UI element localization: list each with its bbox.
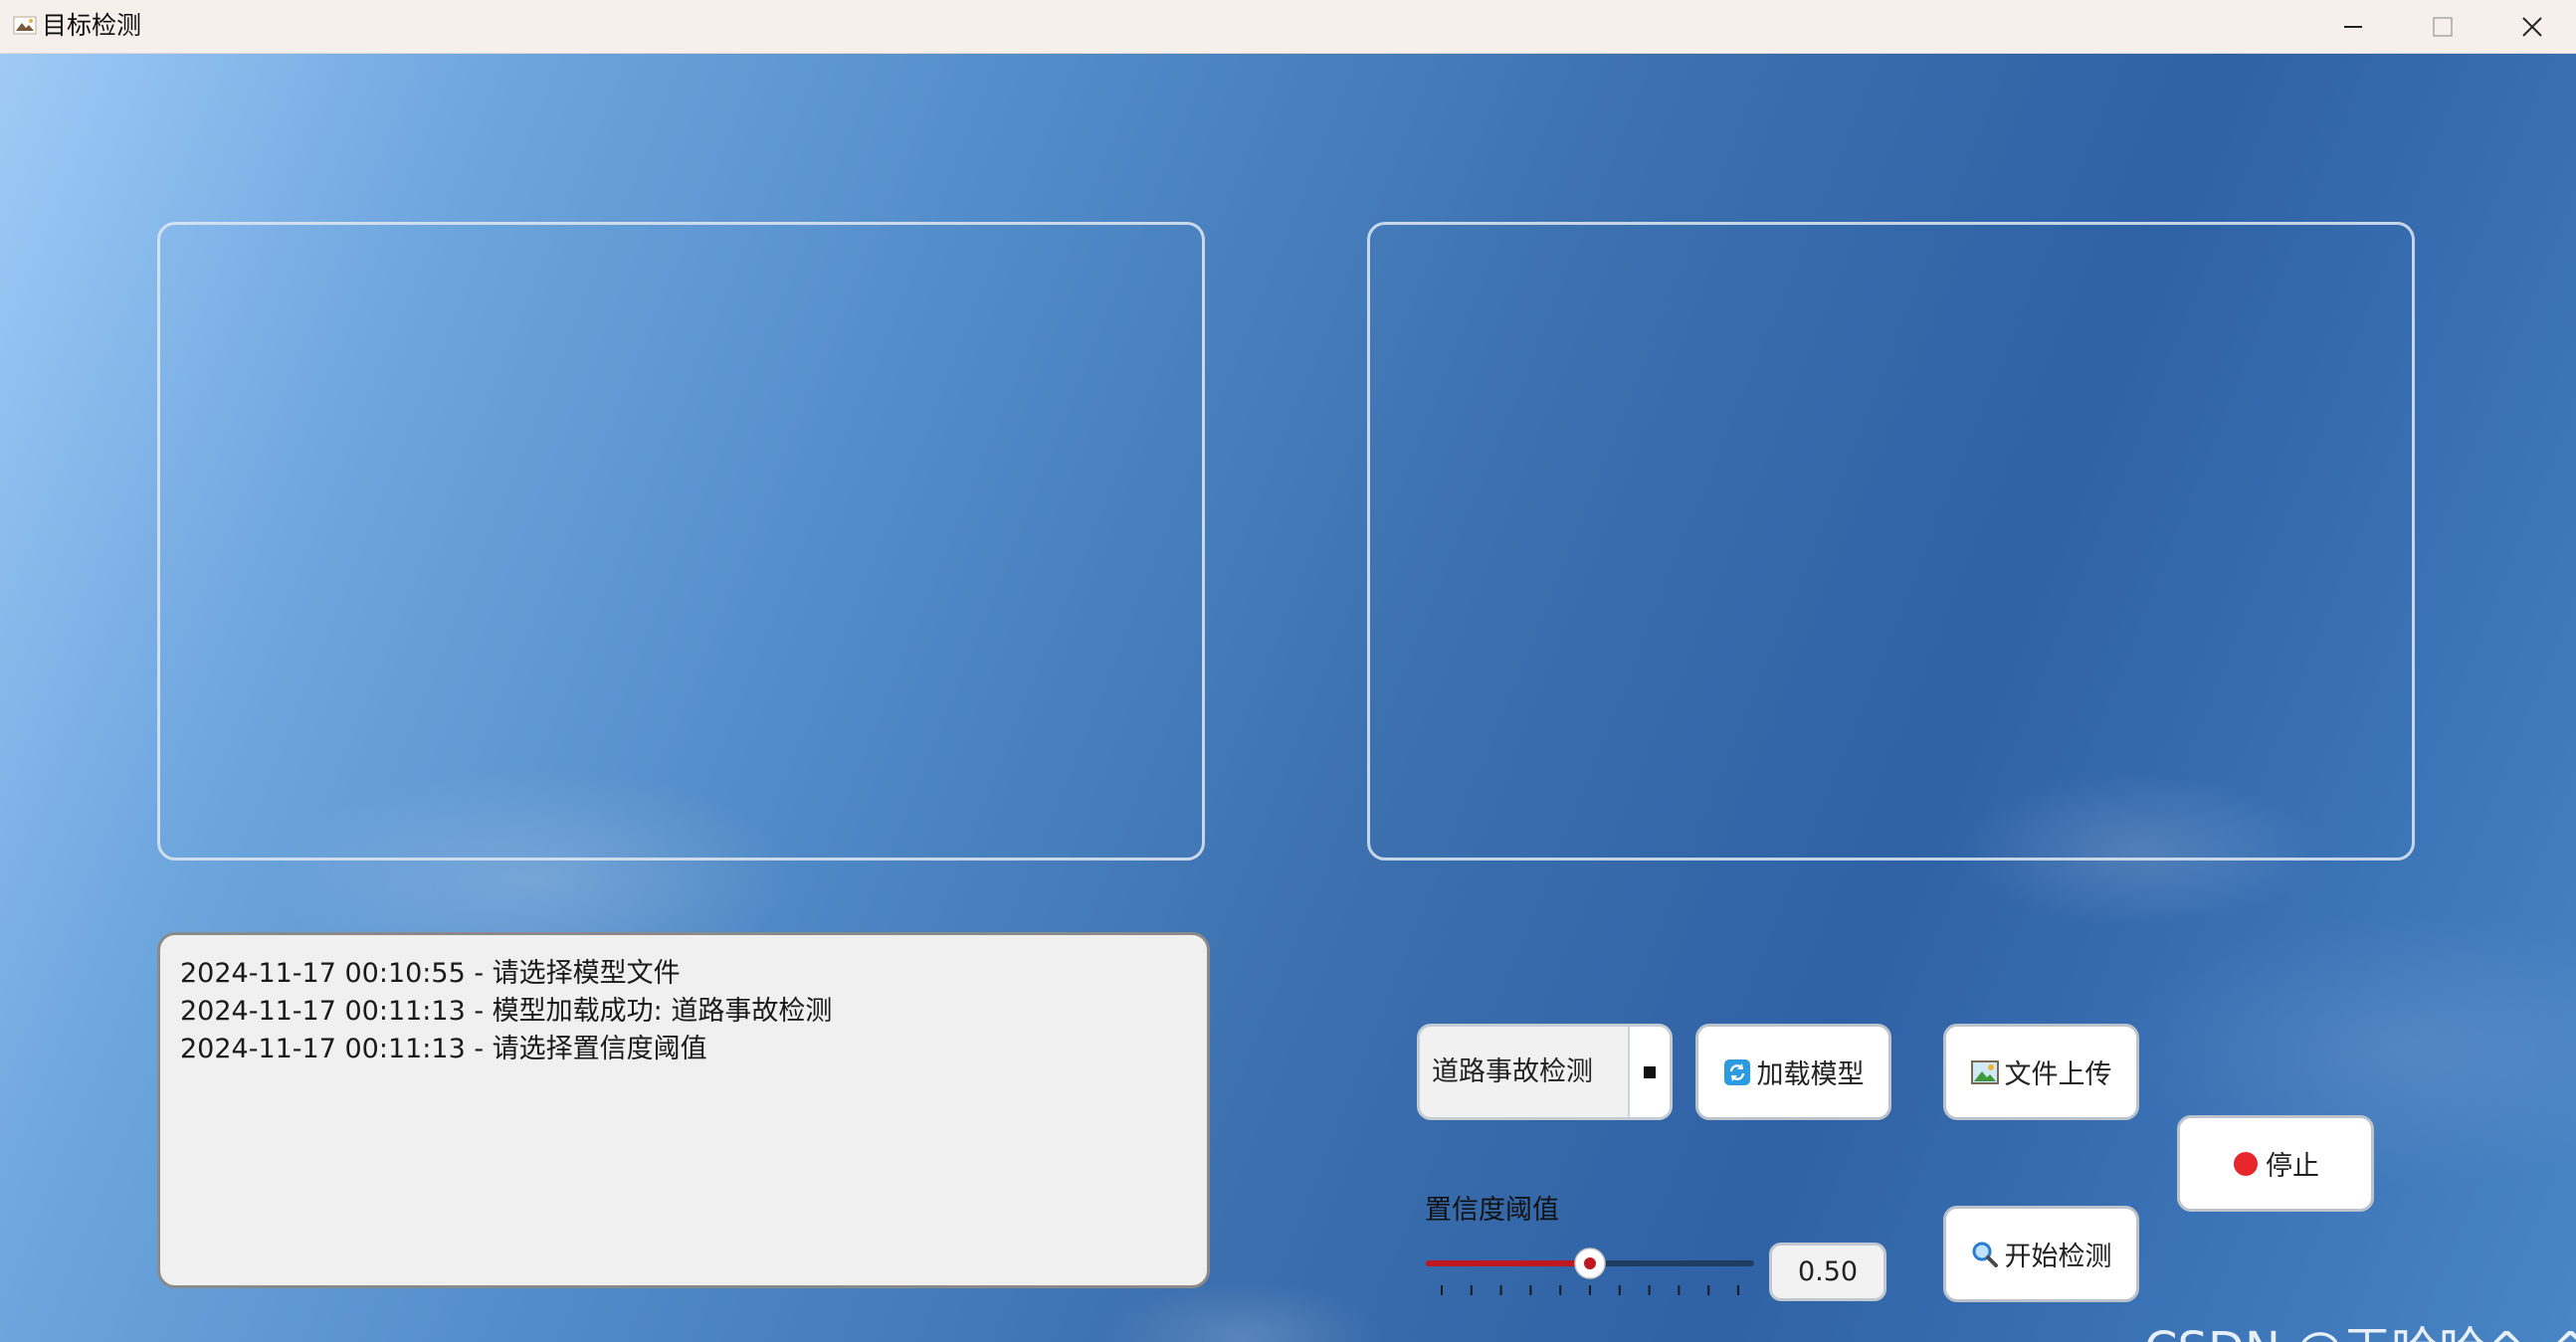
app-window: 目标检测 2024-11-17 00:10:55 - 请选择模型文件 2024-…: [0, 0, 2576, 1342]
dropdown-square-icon: [1644, 1065, 1656, 1078]
log-line: 2024-11-17 00:10:55 - 请选择模型文件: [180, 958, 681, 989]
close-button[interactable]: [2487, 0, 2576, 53]
refresh-icon: [1723, 1058, 1750, 1085]
model-select[interactable]: 道路事故检测: [1417, 1024, 1673, 1120]
main-area: 2024-11-17 00:10:55 - 请选择模型文件 2024-11-17…: [0, 54, 2576, 1342]
window-title: 目标检测: [42, 11, 142, 40]
model-select-value: 道路事故检测: [1432, 1056, 1593, 1087]
stop-label: 停止: [2266, 1151, 2319, 1182]
load-model-button[interactable]: 加载模型: [1695, 1024, 1891, 1120]
upload-file-button[interactable]: 文件上传: [1943, 1024, 2139, 1120]
slider-filled-track: [1426, 1260, 1590, 1266]
start-detect-label: 开始检测: [2004, 1242, 2112, 1272]
magnifier-icon: [1972, 1242, 1998, 1267]
original-image-panel: [157, 222, 1205, 861]
app-target-icon: [13, 16, 37, 35]
close-icon: [2522, 16, 2542, 37]
minimize-icon: [2344, 25, 2362, 28]
log-panel: 2024-11-17 00:10:55 - 请选择模型文件 2024-11-17…: [157, 932, 1210, 1288]
minimize-button[interactable]: [2308, 0, 2398, 53]
watermark: CSDN @王哈哈^_^: [2144, 1320, 2576, 1342]
picture-icon: [1970, 1059, 1999, 1084]
upload-file-label: 文件上传: [2004, 1059, 2112, 1090]
confidence-value: 0.50: [1769, 1243, 1886, 1301]
slider-ticks: [1441, 1285, 1739, 1295]
load-model-label: 加载模型: [1756, 1059, 1865, 1090]
result-image-panel: [1367, 222, 2415, 861]
red-circle-icon: [2234, 1151, 2258, 1176]
log-line: 2024-11-17 00:11:13 - 模型加载成功: 道路事故检测: [180, 996, 833, 1027]
start-detect-button[interactable]: 开始检测: [1943, 1206, 2139, 1302]
title-bar: 目标检测: [0, 0, 2576, 54]
confidence-label: 置信度阈值: [1425, 1195, 1559, 1226]
stop-button[interactable]: 停止: [2177, 1115, 2374, 1212]
maximize-button[interactable]: [2398, 0, 2487, 53]
maximize-icon: [2433, 16, 2453, 37]
model-select-arrow[interactable]: [1628, 1027, 1670, 1117]
slider-handle[interactable]: [1574, 1247, 1606, 1279]
log-line: 2024-11-17 00:11:13 - 请选择置信度阈值: [180, 1034, 707, 1064]
confidence-slider[interactable]: [1426, 1244, 1754, 1303]
